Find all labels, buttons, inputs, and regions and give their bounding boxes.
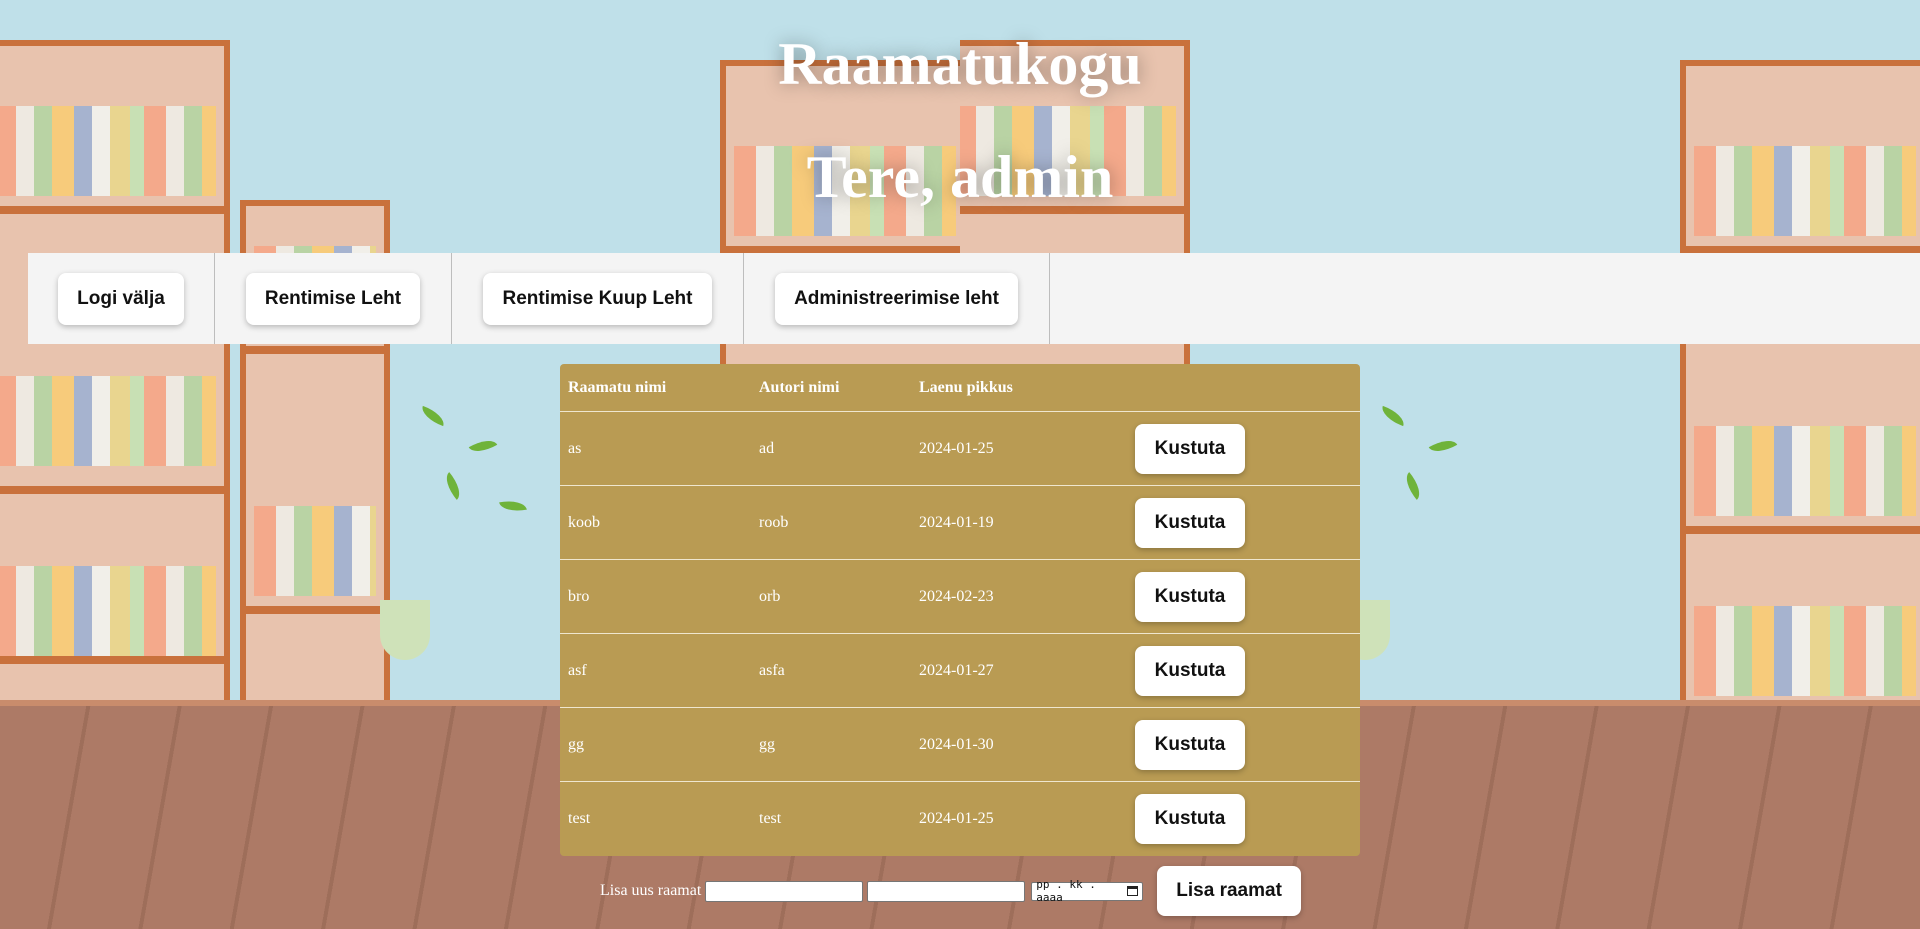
nav-cell-rent-month: Rentimise Kuup Leht: [452, 253, 744, 344]
cell-author-name: asfa: [751, 633, 911, 708]
cell-loan-date: 2024-01-25: [911, 411, 1121, 486]
cell-author-name: gg: [751, 707, 911, 782]
table-row: test test 2024-01-25 Kustuta: [560, 782, 1360, 856]
cell-actions: Kustuta: [1121, 485, 1360, 560]
page-content: Raamatukogu Tere, admin Logi välja Renti…: [0, 0, 1920, 929]
add-book-button[interactable]: Lisa raamat: [1157, 866, 1301, 916]
logout-button[interactable]: Logi välja: [58, 272, 184, 325]
books-table: Raamatu nimi Autori nimi Laenu pikkus as…: [560, 364, 1360, 855]
cell-author-name: ad: [751, 411, 911, 486]
rent-month-page-button[interactable]: Rentimise Kuup Leht: [483, 272, 712, 325]
column-header-book: Raamatu nimi: [560, 364, 751, 412]
cell-actions: Kustuta: [1121, 411, 1360, 486]
table-header-row: Raamatu nimi Autori nimi Laenu pikkus: [560, 364, 1360, 412]
nav-cell-logout: Logi välja: [28, 253, 215, 344]
author-name-input[interactable]: [867, 880, 1026, 902]
delete-button[interactable]: Kustuta: [1135, 793, 1245, 844]
cell-book-name: asf: [560, 633, 751, 708]
delete-button[interactable]: Kustuta: [1135, 571, 1245, 622]
table-row: as ad 2024-01-25 Kustuta: [560, 411, 1360, 486]
cell-author-name: test: [759, 809, 782, 827]
cell-actions: Kustuta: [1121, 782, 1360, 856]
column-header-author: Autori nimi: [751, 364, 911, 412]
cell-book-name: as: [560, 411, 751, 486]
calendar-icon[interactable]: [1127, 886, 1139, 896]
cell-book-name: bro: [560, 559, 751, 634]
table-row: bro orb 2024-02-23 Kustuta: [560, 559, 1360, 634]
cell-book-name: koob: [560, 485, 751, 560]
delete-button[interactable]: Kustuta: [1135, 719, 1245, 770]
delete-button[interactable]: Kustuta: [1135, 645, 1245, 696]
cell-author-name: roob: [751, 485, 911, 560]
loan-date-input[interactable]: pp . kk . aaaa: [1031, 878, 1144, 904]
page-title: Raamatukogu: [778, 31, 1142, 97]
cell-loan-date: 2024-01-27: [911, 633, 1121, 708]
admin-page-button[interactable]: Administreerimise leht: [775, 272, 1018, 325]
column-header-actions: [1121, 364, 1360, 412]
greeting-heading: Tere, admin: [806, 144, 1114, 210]
cell-loan-date: 2024-01-19: [911, 485, 1121, 560]
cell-loan-date: 2024-02-23: [911, 559, 1121, 634]
add-book-label: Lisa uus raamat: [600, 882, 702, 899]
table-row: asf asfa 2024-01-27 Kustuta: [560, 633, 1360, 708]
cell-actions: Kustuta: [1121, 633, 1360, 708]
cell-loan-date: 2024-01-30: [911, 707, 1121, 782]
table-row: koob roob 2024-01-19 Kustuta: [560, 485, 1360, 560]
cell-actions: Kustuta: [1121, 707, 1360, 782]
navigation-bar: Logi välja Rentimise Leht Rentimise Kuup…: [28, 253, 1920, 344]
nav-cell-rent: Rentimise Leht: [215, 253, 452, 344]
nav-cell-admin: Administreerimise leht: [744, 253, 1050, 344]
column-header-loan-length: Laenu pikkus: [911, 364, 1121, 412]
table-row: gg gg 2024-01-30 Kustuta: [560, 707, 1360, 782]
rent-page-button[interactable]: Rentimise Leht: [245, 272, 421, 325]
delete-button[interactable]: Kustuta: [1135, 423, 1245, 474]
add-book-form: Lisa uus raamat pp . kk . aaaa Lisa raam…: [600, 866, 1301, 916]
cell-loan-date: 2024-01-25: [919, 809, 994, 827]
cell-actions: Kustuta: [1121, 559, 1360, 634]
book-name-input[interactable]: [705, 880, 864, 902]
delete-button[interactable]: Kustuta: [1135, 497, 1245, 548]
cell-author-name: orb: [751, 559, 911, 634]
date-placeholder: pp . kk . aaaa: [1036, 878, 1096, 904]
cell-book-name: gg: [560, 707, 751, 782]
cell-book-name: test: [568, 809, 591, 827]
books-table-container: Raamatu nimi Autori nimi Laenu pikkus as…: [560, 364, 1360, 856]
